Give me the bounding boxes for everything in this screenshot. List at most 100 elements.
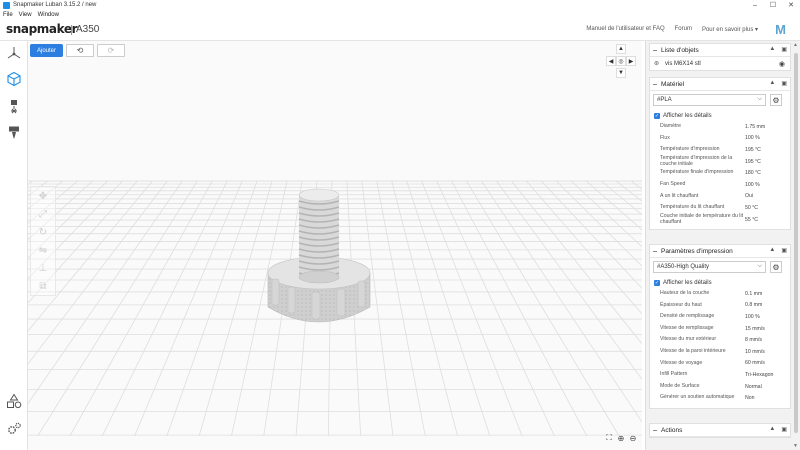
param-row: Couche initiale de température du lit ch… xyxy=(650,213,790,226)
param-value[interactable]: 15 mm/s xyxy=(745,326,790,332)
undo-button[interactable]: ⟲ xyxy=(66,44,94,57)
param-label: Vitesse de voyage xyxy=(660,359,703,366)
param-value[interactable]: 195 °C xyxy=(745,147,790,153)
material-header[interactable]: Matériel ▲ ▣ xyxy=(650,78,790,91)
param-value[interactable]: 8 mm/s xyxy=(745,337,790,343)
param-label: Hauteur de la couche xyxy=(660,290,710,296)
param-label: Densité de remplissage xyxy=(660,313,715,320)
param-label: Température d'impression xyxy=(660,146,720,153)
scroll-up-icon[interactable]: ▲ xyxy=(793,42,798,48)
material-select[interactable]: #PLA ⌵ xyxy=(653,94,766,106)
param-value[interactable]: Tri-Hexagon xyxy=(745,372,790,378)
learn-more-link[interactable]: Pour en savoir plus ▾ xyxy=(702,26,758,33)
view-home-icon[interactable]: ◎ xyxy=(616,56,626,66)
material-settings-button[interactable]: ⚙ xyxy=(770,94,782,106)
collapse-icon[interactable]: ▲ xyxy=(769,80,775,87)
param-value[interactable]: 1.75 mm xyxy=(745,124,790,130)
actions-header[interactable]: Actions ▲ ▣ xyxy=(650,424,790,437)
move-icon[interactable]: ✥ xyxy=(31,187,55,205)
redo-icon: ⟳ xyxy=(107,46,115,55)
list-item[interactable]: ⊛ vis M6X14 stl ◉ xyxy=(650,57,790,70)
minimize-button[interactable]: – xyxy=(746,0,764,10)
user-manual-link[interactable]: Manuel de l'utilisateur et FAQ xyxy=(586,26,664,33)
view-left-icon[interactable]: ◀ xyxy=(606,56,616,66)
menu-file[interactable]: File xyxy=(3,12,13,18)
popout-icon[interactable]: ▣ xyxy=(781,247,787,254)
right-panel-scrollbar[interactable]: ▲ ▼ xyxy=(792,41,800,450)
scrollbar-thumb[interactable] xyxy=(794,53,798,433)
support-icon[interactable]: ⊥ xyxy=(31,259,55,277)
gear-icon: ⚙ xyxy=(772,262,780,272)
drag-handle-icon xyxy=(653,83,657,85)
material-select-value: #PLA xyxy=(657,97,672,103)
rotate-icon[interactable]: ↻ xyxy=(31,223,55,241)
machine-name: A350 xyxy=(76,24,100,35)
param-value[interactable]: 50 °C xyxy=(745,205,790,211)
menu-view[interactable]: View xyxy=(19,12,32,18)
print-settings-header[interactable]: Paramètres d'impression ▲ ▣ xyxy=(650,245,790,258)
collapse-icon[interactable]: ▲ xyxy=(769,426,775,433)
cnc-icon[interactable] xyxy=(4,123,24,143)
settings-icon[interactable] xyxy=(4,419,24,439)
param-value[interactable]: 55 °C xyxy=(745,217,790,223)
shapes-icon[interactable] xyxy=(4,391,24,411)
view-up-icon[interactable]: ▲ xyxy=(616,44,626,54)
param-label: Mode de Surface xyxy=(660,382,700,389)
param-value[interactable]: Non xyxy=(745,395,790,401)
mirror-icon[interactable]: ⇋ xyxy=(31,241,55,259)
menu-window[interactable]: Window xyxy=(38,12,59,18)
forum-link[interactable]: Forum xyxy=(675,26,692,33)
3d-print-icon[interactable] xyxy=(4,69,24,89)
redo-button[interactable]: ⟳ xyxy=(97,44,125,57)
left-toolbar xyxy=(0,41,28,450)
workspace-icon[interactable] xyxy=(4,43,24,63)
print-profile-select[interactable]: #A350-High Quality ⌵ xyxy=(653,261,766,273)
param-value[interactable]: 10 mm/s xyxy=(745,349,790,355)
zoom-in-icon[interactable]: ⊕ xyxy=(615,432,627,444)
param-value[interactable]: 0.1 mm xyxy=(745,291,790,297)
maximize-button[interactable]: ☐ xyxy=(764,0,782,10)
param-value[interactable]: 195 °C xyxy=(745,159,790,165)
zoom-controls: ⛶ ⊕ ⊖ xyxy=(603,432,639,444)
fit-view-icon[interactable]: ⛶ xyxy=(603,432,615,444)
param-value[interactable]: 100 % xyxy=(745,314,790,320)
param-label: Infill Pattern xyxy=(660,371,688,378)
view-navigator: ▲ ◀ ◎ ▶ ▼ xyxy=(606,44,636,80)
app-header: snapmaker A350 Manuel de l'utilisateur e… xyxy=(0,19,800,41)
popout-icon[interactable]: ▣ xyxy=(781,46,787,53)
popout-icon[interactable]: ▣ xyxy=(781,80,787,87)
visibility-eye-icon[interactable]: ◉ xyxy=(779,60,785,68)
param-value[interactable]: Normal xyxy=(745,384,790,390)
add-button[interactable]: Ajouter xyxy=(30,44,63,57)
brand-logo: snapmaker xyxy=(6,22,78,36)
object-list-header[interactable]: Liste d'objets ▲ ▣ xyxy=(650,44,790,57)
param-row: Température finale d'impression 180 °C xyxy=(650,167,790,179)
laser-icon[interactable] xyxy=(4,97,24,117)
scale-icon[interactable]: ⤢ xyxy=(31,205,55,223)
transform-tools: ✥ ⤢ ↻ ⇋ ⊥ ⧉ xyxy=(30,186,56,296)
param-value[interactable]: 0.8 mm xyxy=(745,302,790,308)
param-row: Vitesse de voyage 60 mm/s xyxy=(650,358,790,370)
param-value[interactable]: 100 % xyxy=(745,182,790,188)
param-value[interactable]: 100 % xyxy=(745,135,790,141)
param-row: Température du lit chauffant 50 °C xyxy=(650,202,790,214)
3d-viewport[interactable]: Ajouter ⟲ ⟳ ✥ ⤢ ↻ ⇋ ⊥ ⧉ ▲ ◀ ◎ ▶ ▼ ⛶ ⊕ ⊖ xyxy=(28,41,642,450)
show-details-label: Afficher les détails xyxy=(663,112,712,119)
collapse-icon[interactable]: ▲ xyxy=(769,46,775,53)
param-label: Vitesse du mur extérieur xyxy=(660,336,717,343)
param-value[interactable]: 60 mm/s xyxy=(745,360,790,366)
zoom-out-icon[interactable]: ⊖ xyxy=(627,432,639,444)
show-details-checkbox[interactable]: ✓ xyxy=(654,112,660,119)
print-settings-button[interactable]: ⚙ xyxy=(770,261,782,273)
show-details-checkbox[interactable]: ✓ xyxy=(654,279,660,286)
view-down-icon[interactable]: ▼ xyxy=(616,68,626,78)
param-value[interactable]: 180 °C xyxy=(745,170,790,176)
param-value[interactable]: Oui xyxy=(745,193,790,199)
collapse-icon[interactable]: ▲ xyxy=(769,247,775,254)
popout-icon[interactable]: ▣ xyxy=(781,426,787,433)
scroll-down-icon[interactable]: ▼ xyxy=(793,443,798,449)
duplicate-icon[interactable]: ⧉ xyxy=(31,277,55,295)
view-right-icon[interactable]: ▶ xyxy=(626,56,636,66)
close-button[interactable]: ✕ xyxy=(782,0,800,10)
drag-handle-icon xyxy=(653,429,657,431)
